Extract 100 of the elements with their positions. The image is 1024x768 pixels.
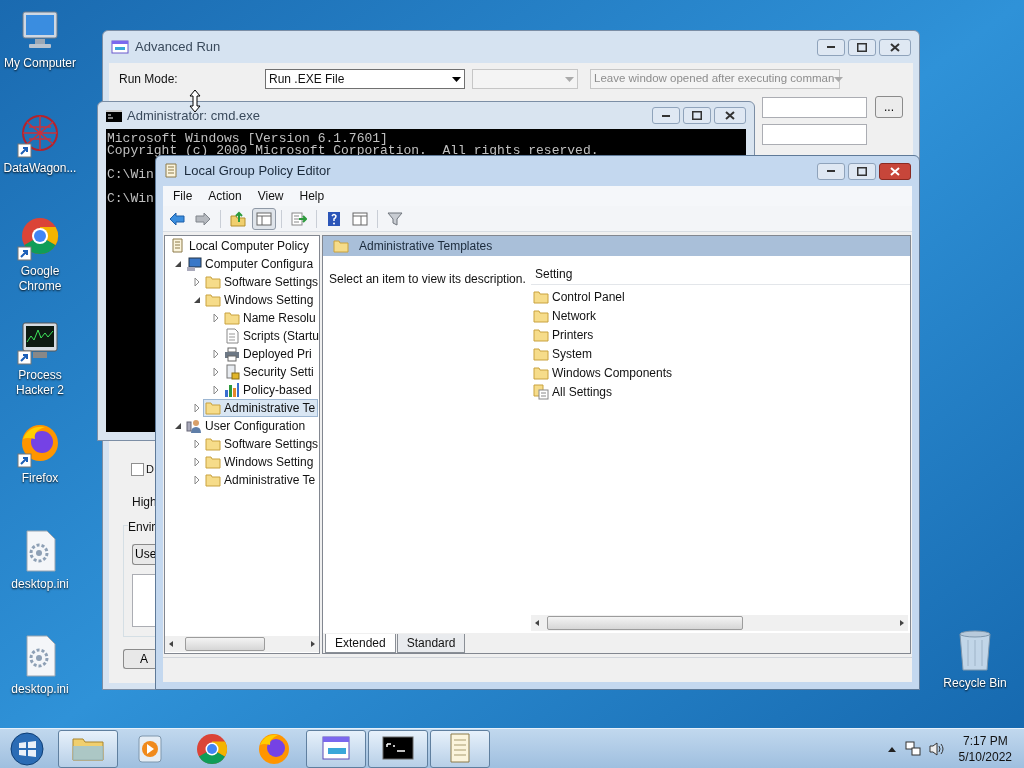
folder-icon: [205, 274, 221, 290]
list-item[interactable]: Control Panel: [533, 287, 629, 306]
input-field[interactable]: [762, 124, 867, 145]
tree-item[interactable]: Windows Setting: [203, 453, 317, 471]
tree-item[interactable]: Computer Configura: [184, 255, 317, 273]
back-arrow-icon: [169, 210, 185, 227]
lock-document-icon: [224, 364, 240, 380]
bar-chart-icon: [224, 382, 240, 398]
folder-up-icon: [230, 210, 246, 227]
settings-list-icon: [533, 383, 549, 400]
expander-icon[interactable]: [192, 295, 202, 305]
close-button[interactable]: [879, 38, 911, 56]
icon-label[interactable]: Recycle Bin: [943, 676, 1007, 691]
resize-cursor-icon: [189, 89, 201, 113]
dropdown-button[interactable]: Use: [132, 543, 157, 565]
minimize-button[interactable]: [817, 38, 845, 56]
column-header[interactable]: Setting: [535, 264, 573, 283]
expander-icon[interactable]: [173, 421, 183, 431]
icon-label[interactable]: Process Hacker 2: [2, 368, 78, 398]
tree-item[interactable]: Windows Setting: [203, 291, 317, 309]
minimize-button[interactable]: [817, 162, 845, 180]
close-icon: [890, 42, 900, 52]
horizontal-scrollbar[interactable]: [165, 636, 319, 652]
text-area[interactable]: [132, 573, 157, 627]
icon-label[interactable]: Google Chrome: [2, 264, 78, 294]
list-item[interactable]: Network: [533, 306, 600, 325]
tab[interactable]: Standard: [396, 634, 466, 653]
tree-item[interactable]: Scripts (Startu: [222, 327, 319, 345]
scroll-icon: [164, 163, 178, 179]
menu-item[interactable]: File: [165, 187, 201, 205]
folder-icon: [205, 400, 221, 416]
maximize-button[interactable]: [683, 107, 711, 124]
filter-icon: [387, 210, 403, 227]
icon-label[interactable]: My Computer: [4, 56, 76, 71]
minimize-button[interactable]: [652, 107, 680, 124]
script-file-icon: [224, 328, 240, 344]
close-icon: [725, 111, 735, 120]
clock-date[interactable]: 5/10/2022: [958, 748, 1012, 765]
list-item[interactable]: All Settings: [533, 382, 617, 401]
window-title: Local Group Policy Editor: [184, 162, 331, 181]
tree-item[interactable]: Local Computer Policy: [168, 237, 313, 255]
tree-item[interactable]: Name Resolu: [222, 309, 319, 327]
window-title: Advanced Run: [135, 38, 221, 57]
clock-time[interactable]: 7:17 PM: [962, 732, 1008, 749]
horizontal-scrollbar[interactable]: [531, 615, 908, 631]
run-mode-dropdown[interactable]: Run .EXE File: [265, 69, 465, 89]
folder-icon: [224, 310, 240, 326]
volume-icon[interactable]: [928, 740, 945, 757]
computer-icon: [186, 256, 202, 272]
tree-item[interactable]: Security Setti: [222, 363, 317, 381]
icon-label[interactable]: desktop.ini: [11, 577, 69, 592]
folder-icon: [533, 307, 549, 324]
list-item[interactable]: Printers: [533, 325, 598, 344]
close-button[interactable]: [879, 162, 911, 180]
tree-item[interactable]: Deployed Pri: [222, 345, 315, 363]
input-field[interactable]: [762, 96, 867, 118]
folder-icon: [533, 326, 549, 343]
browse-button[interactable]: ...: [875, 96, 903, 118]
network-icon[interactable]: [904, 740, 921, 757]
maximize-button[interactable]: [848, 162, 876, 180]
folder-icon: [533, 288, 549, 305]
icon-label[interactable]: DataWagon...: [3, 161, 77, 176]
tree-item[interactable]: Software Settings: [203, 273, 319, 291]
menu-item[interactable]: Action: [200, 187, 250, 205]
tree-pane-icon: [256, 210, 272, 227]
console-line: C:\Win: [107, 191, 154, 206]
taskbar-button[interactable]: [368, 729, 428, 768]
field-label: Run Mode:: [119, 71, 179, 88]
list-item[interactable]: System: [533, 344, 596, 363]
export-list-icon: [291, 210, 307, 227]
checkbox-label: D: [146, 462, 154, 477]
caret-icon: [565, 76, 574, 82]
menu-item[interactable]: Help: [291, 187, 333, 205]
maximize-button[interactable]: [848, 38, 876, 56]
tree-item[interactable]: Policy-based: [222, 381, 315, 399]
close-button[interactable]: [714, 107, 746, 124]
user-computer-icon: [186, 418, 202, 434]
help-icon: [326, 210, 342, 227]
printer-icon: [224, 346, 240, 362]
folder-icon: [533, 364, 549, 381]
menu-item[interactable]: View: [249, 187, 292, 205]
checkbox[interactable]: [131, 462, 144, 476]
description-text: Select an item to view its description.: [329, 272, 526, 286]
expander-icon[interactable]: [173, 259, 183, 269]
tree-item[interactable]: Administrative Te: [203, 471, 319, 489]
minimize-icon: [662, 114, 670, 117]
forward-arrow-icon: [195, 210, 211, 227]
action-button[interactable]: A: [123, 648, 156, 669]
tree-item[interactable]: User Configuration: [184, 417, 309, 435]
console-line: Microsoft Windows [Version 6.1.7601]: [107, 131, 388, 146]
close-icon: [890, 166, 900, 176]
terminal-icon: [106, 109, 122, 122]
icon-label[interactable]: Firefox: [21, 471, 59, 486]
list-item[interactable]: Windows Components: [533, 363, 677, 382]
toolbar-button[interactable]: [252, 207, 276, 230]
folder-icon: [333, 238, 349, 254]
tab[interactable]: Extended: [325, 634, 396, 653]
folder-icon: [205, 436, 221, 452]
tree-item[interactable]: Software Settings: [203, 435, 319, 453]
tree-item[interactable]: Administrative Te: [203, 399, 319, 417]
